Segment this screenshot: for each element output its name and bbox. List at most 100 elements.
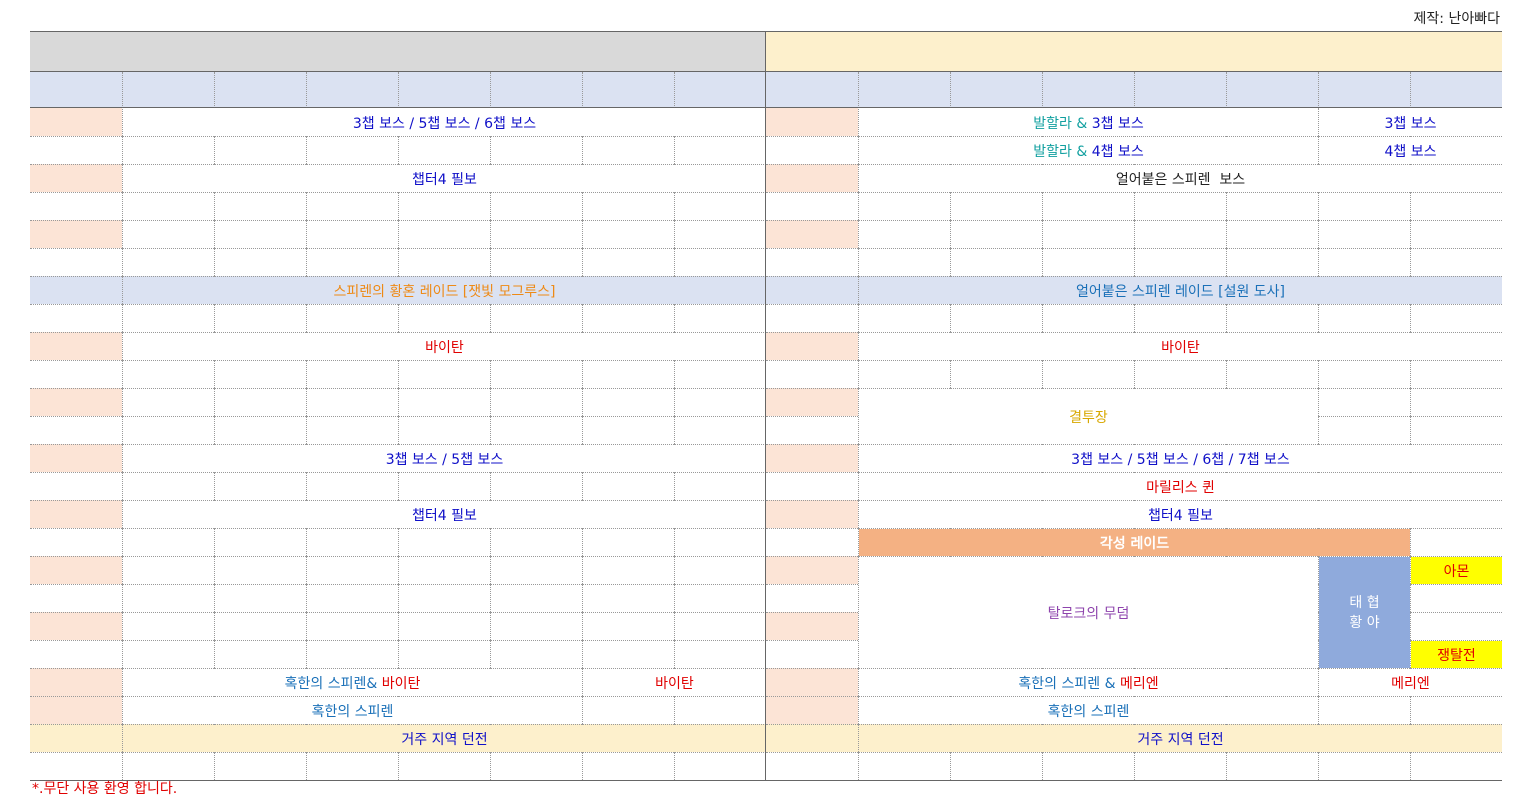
- am-time-label: [30, 248, 122, 276]
- grid-hline: [674, 612, 766, 613]
- pm-time-label: [766, 416, 858, 444]
- grid-hline: [122, 360, 214, 361]
- grid-hline: [858, 752, 950, 753]
- grid-hline: [1410, 248, 1502, 249]
- grid-hline: [766, 332, 858, 333]
- grid-vline: [490, 640, 491, 668]
- grid-hline: [30, 528, 122, 529]
- am-time-col-header: [30, 72, 122, 108]
- conflict-wasteland-block: 태 협황 야: [1319, 557, 1410, 668]
- grid-vline: [582, 528, 583, 556]
- grid-vline: [306, 192, 307, 220]
- grid-hline: [398, 248, 490, 249]
- grid-hline: [490, 612, 582, 613]
- grid-hline: [950, 248, 1042, 249]
- grid-hline: [490, 220, 582, 221]
- event-block: 바이탄: [1161, 339, 1200, 356]
- grid-border: [765, 32, 766, 780]
- grid-hline: [1410, 584, 1502, 585]
- grid-vline: [1318, 752, 1319, 780]
- pm-time-label: [766, 724, 858, 752]
- grid-vline: [490, 752, 491, 780]
- grid-hline: [1410, 192, 1502, 193]
- grid-vline: [306, 388, 307, 416]
- grid-hline: [1410, 388, 1502, 389]
- grid-hline: [1410, 752, 1502, 753]
- am-day-header: [582, 72, 674, 108]
- grid-vline: [490, 220, 491, 248]
- grid-vline: [214, 528, 215, 556]
- grid-hline: [490, 192, 582, 193]
- schedule-sheet: { "credit": "제작: 난아빠다", "note": "*.무단 사용…: [0, 0, 1530, 811]
- grid-hline: [30, 304, 122, 305]
- grid-hline: [766, 500, 858, 501]
- am-time-label: [30, 276, 122, 304]
- grid-hline: [674, 752, 766, 753]
- pm-time-label: [766, 220, 858, 248]
- pm-time-label: [766, 360, 858, 388]
- grid-vline: [1410, 612, 1411, 640]
- grid-vline: [398, 752, 399, 780]
- am-time-label: [30, 640, 122, 668]
- pm-day-header: [1042, 72, 1134, 108]
- grid-hline: [122, 136, 214, 137]
- pm-time-label: [766, 556, 858, 584]
- event-text-part: 메리엔: [1119, 675, 1159, 692]
- grid-vline: [306, 360, 307, 388]
- grid-hline: [1318, 360, 1410, 361]
- grid-vline: [582, 304, 583, 332]
- grid-hline: [398, 752, 490, 753]
- grid-hline: [766, 724, 858, 725]
- grid-hline: [1134, 304, 1226, 305]
- am-time-label: [30, 108, 122, 136]
- grid-vline: [1318, 72, 1319, 108]
- grid-hline: [1318, 696, 1410, 697]
- grid-vline: [306, 220, 307, 248]
- am-time-label: [30, 556, 122, 584]
- grid-hline: [214, 612, 306, 613]
- grid-hline: [766, 612, 858, 613]
- am-time-label: [30, 500, 122, 528]
- grid-hline: [490, 472, 582, 473]
- grid-vline: [490, 304, 491, 332]
- grid-vline: [950, 220, 951, 248]
- grid-hline: [398, 220, 490, 221]
- event-block: 3챕 보스 / 5챕 보스 / 6챕 / 7챕 보스: [1071, 451, 1290, 468]
- grid-hline: [766, 556, 858, 557]
- grid-vline: [582, 696, 583, 724]
- grid-hline: [306, 136, 398, 137]
- am-time-label: [30, 584, 122, 612]
- grid-hline: [1410, 360, 1502, 361]
- grid-hline: [766, 304, 858, 305]
- grid-vline: [490, 472, 491, 500]
- grid-hline: [122, 416, 214, 417]
- grid-vline: [1042, 248, 1043, 276]
- grid-vline: [398, 556, 399, 584]
- event-text-line: 황 야: [1349, 614, 1380, 631]
- pm-time-label: [766, 584, 858, 612]
- grid-hline: [214, 136, 306, 137]
- grid-vline: [214, 612, 215, 640]
- grid-vline: [490, 360, 491, 388]
- grid-hline: [30, 752, 122, 753]
- grid-hline: [30, 472, 122, 473]
- event-block: 챕터4 필보: [412, 507, 477, 524]
- grid-vline: [398, 136, 399, 164]
- grid-hline: [674, 248, 766, 249]
- grid-hline: [1410, 696, 1502, 697]
- grid-vline: [214, 360, 215, 388]
- grid-hline: [582, 220, 674, 221]
- pm-day-header: [950, 72, 1042, 108]
- grid-hline: [1410, 304, 1502, 305]
- grid-hline: [306, 304, 398, 305]
- pm-time-label: [766, 500, 858, 528]
- am-time-label: [30, 220, 122, 248]
- grid-hline: [858, 192, 950, 193]
- grid-vline: [214, 220, 215, 248]
- grid-vline: [582, 360, 583, 388]
- grid-hline: [1042, 304, 1134, 305]
- grid-vline: [306, 640, 307, 668]
- pm-day-header: [1226, 72, 1318, 108]
- grid-hline: [306, 640, 398, 641]
- grid-hline: [582, 528, 674, 529]
